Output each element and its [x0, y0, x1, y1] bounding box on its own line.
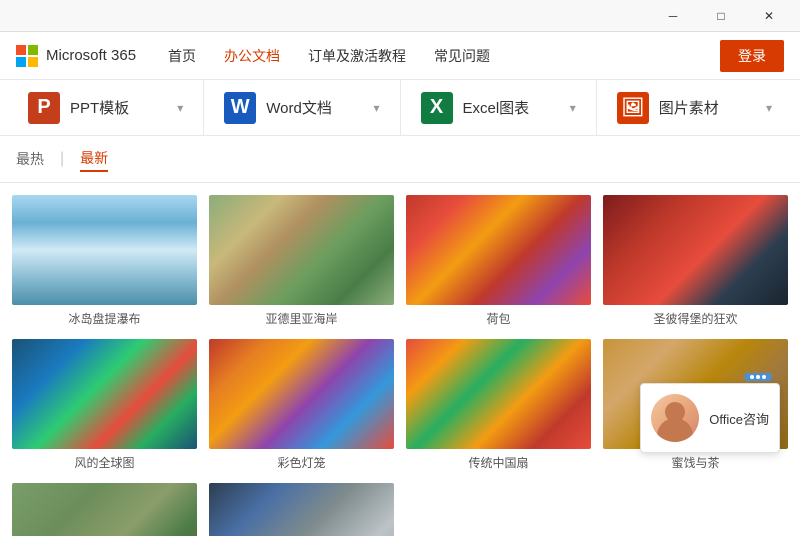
filter-bar: 最热 | 最新 [0, 136, 800, 183]
image-thumb-2 [406, 195, 591, 305]
picture-label: 图片素材 [659, 97, 756, 118]
chat-bubble[interactable]: Office咨询 [640, 383, 780, 453]
close-button[interactable]: ✕ [746, 0, 792, 32]
image-thumb-5 [209, 339, 394, 449]
nav-home[interactable]: 首页 [168, 46, 196, 66]
login-button[interactable]: 登录 [720, 40, 784, 72]
ppt-label: PPT模板 [70, 97, 167, 118]
category-word[interactable]: W Word文档 ▾ [204, 80, 400, 135]
filter-divider: | [60, 150, 64, 168]
chat-widget: Office咨询 [640, 383, 780, 453]
image-item-9[interactable]: 字母背景 [209, 483, 394, 536]
category-ppt[interactable]: P PPT模板 ▾ [8, 80, 204, 135]
image-label-2: 荷包 [406, 310, 591, 327]
image-item-1[interactable]: 亚德里亚海岸 [209, 195, 394, 327]
picture-icon: 🖼 [617, 92, 649, 124]
chat-label: Office咨询 [709, 409, 769, 428]
image-item-6[interactable]: 传统中国扇 [406, 339, 591, 471]
maximize-button[interactable]: □ [698, 0, 744, 32]
nav-orders[interactable]: 订单及激活教程 [308, 46, 406, 66]
image-label-4: 风的全球图 [12, 454, 197, 471]
main-content: 冰岛盘提瀑布 亚德里亚海岸 荷包 圣彼得堡的狂欢 风的全球图 彩色灯笼 传统中国… [0, 183, 800, 536]
dot-1 [750, 375, 754, 379]
image-item-8[interactable]: 罂粟花 [12, 483, 197, 536]
excel-icon: X [421, 92, 453, 124]
image-thumb-8 [12, 483, 197, 536]
dot-2 [756, 375, 760, 379]
title-bar: ─ □ ✕ [0, 0, 800, 32]
dot-3 [762, 375, 766, 379]
navbar: Microsoft 365 首页 办公文档 订单及激活教程 常见问题 登录 [0, 32, 800, 80]
chat-avatar [651, 394, 699, 442]
nav-links: 首页 办公文档 订单及激活教程 常见问题 [168, 46, 720, 66]
chat-bubble-wrapper[interactable]: Office咨询 [640, 383, 780, 453]
logo-icon [16, 45, 38, 67]
image-thumb-0 [12, 195, 197, 305]
image-thumb-4 [12, 339, 197, 449]
image-thumb-3 [603, 195, 788, 305]
brand-name: Microsoft 365 [46, 47, 136, 64]
excel-label: Excel图表 [463, 97, 560, 118]
image-item-4[interactable]: 风的全球图 [12, 339, 197, 471]
filter-newest[interactable]: 最新 [80, 146, 108, 172]
image-label-6: 传统中国扇 [406, 454, 591, 471]
filter-hot[interactable]: 最热 [16, 147, 44, 171]
window-controls: ─ □ ✕ [650, 0, 792, 32]
word-arrow-icon: ▾ [373, 101, 379, 115]
image-label-7: 蜜饯与茶 [603, 454, 788, 471]
image-thumb-6 [406, 339, 591, 449]
nav-faq[interactable]: 常见问题 [434, 46, 490, 66]
minimize-button[interactable]: ─ [650, 0, 696, 32]
ppt-arrow-icon: ▾ [177, 101, 183, 115]
word-icon: W [224, 92, 256, 124]
image-item-5[interactable]: 彩色灯笼 [209, 339, 394, 471]
chat-notification-dots [744, 373, 772, 381]
logo: Microsoft 365 [16, 45, 136, 67]
image-thumb-9 [209, 483, 394, 536]
category-bar: P PPT模板 ▾ W Word文档 ▾ X Excel图表 ▾ 🖼 图片素材 … [0, 80, 800, 136]
image-item-0[interactable]: 冰岛盘提瀑布 [12, 195, 197, 327]
category-excel[interactable]: X Excel图表 ▾ [401, 80, 597, 135]
image-label-1: 亚德里亚海岸 [209, 310, 394, 327]
ppt-icon: P [28, 92, 60, 124]
image-item-2[interactable]: 荷包 [406, 195, 591, 327]
excel-arrow-icon: ▾ [570, 101, 576, 115]
nav-documents[interactable]: 办公文档 [224, 46, 280, 66]
image-label-5: 彩色灯笼 [209, 454, 394, 471]
image-thumb-1 [209, 195, 394, 305]
word-label: Word文档 [266, 97, 363, 118]
picture-arrow-icon: ▾ [766, 101, 772, 115]
image-label-0: 冰岛盘提瀑布 [12, 310, 197, 327]
image-label-3: 圣彼得堡的狂欢 [603, 310, 788, 327]
image-item-3[interactable]: 圣彼得堡的狂欢 [603, 195, 788, 327]
category-picture[interactable]: 🖼 图片素材 ▾ [597, 80, 792, 135]
image-grid: 冰岛盘提瀑布 亚德里亚海岸 荷包 圣彼得堡的狂欢 风的全球图 彩色灯笼 传统中国… [0, 183, 800, 536]
